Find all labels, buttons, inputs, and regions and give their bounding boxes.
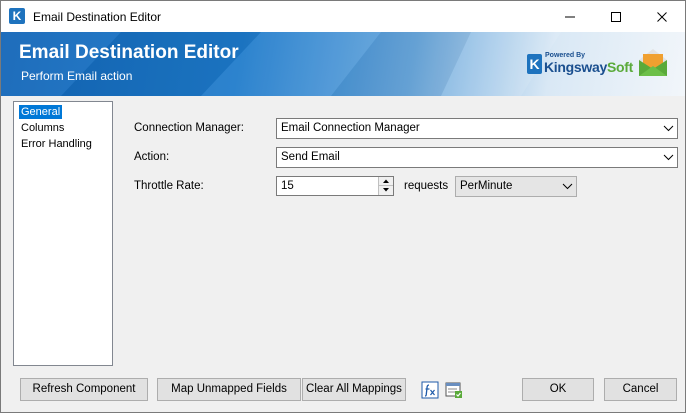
nav-item-columns[interactable]: Columns [19,121,66,135]
editor-page-list: General Columns Error Handling [13,101,113,366]
title-bar: K Email Destination Editor [1,1,685,32]
brand-powered-by: Powered By [545,52,586,59]
close-icon [657,12,667,23]
nav-item-error-handling[interactable]: Error Handling [19,137,94,151]
throttle-rate-label: Throttle Rate: [134,180,204,192]
expression-button[interactable] [421,381,439,399]
minimize-icon [565,16,575,18]
banner-subtitle: Perform Email action [21,69,133,83]
throttle-period-select[interactable]: PerMinute [455,176,577,197]
brand-name-accent: Soft [606,59,633,75]
action-label: Action: [134,151,170,163]
maximize-icon [611,12,621,23]
chevron-down-icon [562,183,573,190]
clear-all-mappings-button[interactable]: Clear All Mappings [302,378,406,401]
kingswaysoft-logo: K Powered By KingswaySoft [527,52,633,82]
brand-name: KingswaySoft [544,59,633,75]
action-value: Send Email [281,151,340,163]
brand-k-mark: K [527,54,542,74]
ok-button[interactable]: OK [522,378,594,401]
kingswaysoft-app-icon: K [9,8,25,24]
stepper-up-button[interactable] [379,177,393,186]
stepper-buttons [378,177,393,195]
throttle-rate-stepper[interactable]: 15 [276,176,394,196]
throttle-rate-value: 15 [281,180,294,192]
banner-title: Email Destination Editor [19,42,239,63]
caret-up-icon [383,179,389,183]
brand-name-main: Kingsway [544,59,607,75]
variables-icon [445,382,462,398]
connection-manager-select[interactable]: Email Connection Manager [276,118,678,139]
connection-manager-label: Connection Manager: [134,122,244,134]
chevron-down-icon [663,125,674,132]
close-button[interactable] [639,1,685,32]
variables-button[interactable] [445,381,463,399]
minimize-button[interactable] [547,1,593,32]
requests-label: requests [404,180,449,192]
maximize-button[interactable] [593,1,639,32]
nav-item-general[interactable]: General [19,105,63,119]
throttle-period-value: PerMinute [460,180,513,192]
caret-down-icon [383,188,389,192]
email-destination-editor-window: K Email Destination Editor Email Destina… [0,0,686,413]
window-title: Email Destination Editor [33,10,162,24]
stepper-down-button[interactable] [379,186,393,195]
map-unmapped-fields-button[interactable]: Map Unmapped Fields [157,378,301,401]
header-banner: Email Destination Editor Perform Email a… [1,32,685,96]
chevron-down-icon [663,154,674,161]
connection-manager-value: Email Connection Manager [281,122,420,134]
fx-icon [421,381,439,399]
action-select[interactable]: Send Email [276,147,678,168]
cancel-button[interactable]: Cancel [604,378,677,401]
refresh-component-button[interactable]: Refresh Component [20,378,148,401]
email-envelope-icon [639,49,667,76]
